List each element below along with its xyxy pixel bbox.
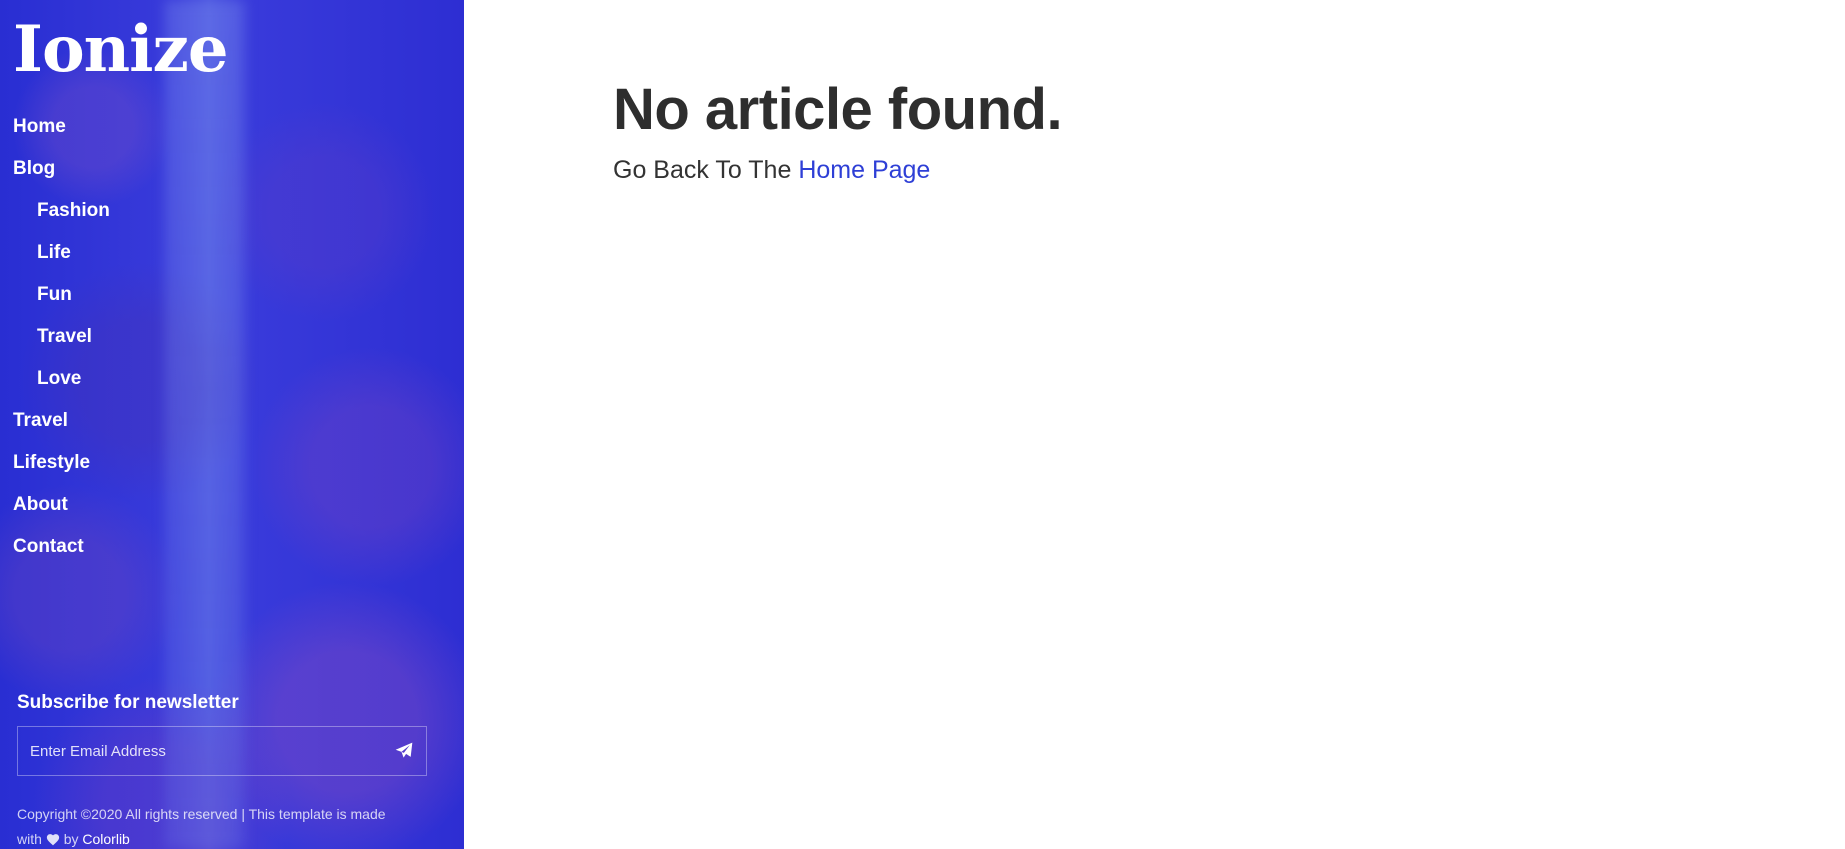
nav-item-lifestyle[interactable]: Lifestyle xyxy=(13,449,110,491)
heart-icon xyxy=(46,834,59,846)
nav-item-fashion[interactable]: Fashion xyxy=(13,197,110,239)
email-input[interactable] xyxy=(18,726,382,776)
nav-item-home[interactable]: Home xyxy=(13,113,110,155)
sidebar-nav: Home Blog Fashion Life Fun Travel Love T… xyxy=(13,113,110,575)
nav-item-fun[interactable]: Fun xyxy=(13,281,110,323)
nav-item-travel[interactable]: Travel xyxy=(13,407,110,449)
paper-plane-icon xyxy=(395,742,413,758)
site-logo[interactable]: Ionize xyxy=(13,18,229,82)
nav-item-contact[interactable]: Contact xyxy=(13,533,110,575)
nav-item-blog[interactable]: Blog xyxy=(13,155,110,197)
copyright: Copyright ©2020 All rights reserved | Th… xyxy=(17,802,407,849)
copyright-by: by xyxy=(63,831,79,847)
back-prefix: Go Back To The xyxy=(613,156,792,184)
back-line: Go Back To The Home Page xyxy=(613,156,930,185)
main-content: No article found. Go Back To The Home Pa… xyxy=(464,0,1845,849)
colorlib-link[interactable]: Colorlib xyxy=(82,831,129,847)
newsletter-form xyxy=(17,726,427,776)
nav-item-love[interactable]: Love xyxy=(13,365,110,407)
home-page-link[interactable]: Home Page xyxy=(798,156,930,184)
newsletter-submit-button[interactable] xyxy=(382,727,426,775)
newsletter-title: Subscribe for newsletter xyxy=(17,692,239,713)
page-title: No article found. xyxy=(613,77,1063,142)
nav-item-life[interactable]: Life xyxy=(13,239,110,281)
page: Ionize Home Blog Fashion Life Fun Travel… xyxy=(0,0,1845,849)
nav-item-blog-travel[interactable]: Travel xyxy=(13,323,110,365)
nav-item-about[interactable]: About xyxy=(13,491,110,533)
sidebar: Ionize Home Blog Fashion Life Fun Travel… xyxy=(0,0,464,849)
sidebar-background-image xyxy=(165,0,245,849)
